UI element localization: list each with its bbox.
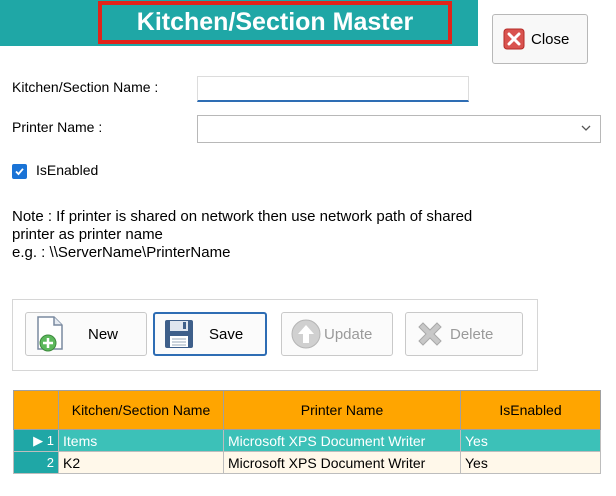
new-label: New (88, 325, 119, 343)
action-toolbar: New Save Update Delete (12, 299, 538, 371)
column-header-enabled[interactable]: IsEnabled (460, 390, 601, 430)
chevron-down-icon (581, 125, 591, 131)
row-header-corner (13, 390, 59, 430)
cell-printer-name[interactable]: Microsoft XPS Document Writer (223, 451, 461, 474)
page-title: Kitchen/Section Master (98, 1, 452, 44)
cell-kitchen-name[interactable]: Items (58, 429, 224, 452)
row-number: 1 (46, 432, 54, 448)
update-arrow-icon (291, 319, 321, 349)
is-enabled-label: IsEnabled (36, 162, 99, 178)
kitchen-name-label: Kitchen/Section Name : (12, 79, 159, 95)
delete-button[interactable]: Delete (405, 312, 523, 356)
delete-label: Delete (450, 325, 494, 343)
row-pointer-icon: ▶ (33, 432, 44, 448)
table-row[interactable]: ▶ 1 Items Microsoft XPS Document Writer … (13, 429, 601, 452)
is-enabled-checkbox[interactable] (12, 164, 27, 179)
check-icon (15, 168, 24, 176)
save-button[interactable]: Save (153, 312, 267, 356)
close-label: Close (531, 30, 570, 48)
kitchen-grid: Kitchen/Section Name Printer Name IsEnab… (13, 390, 601, 474)
delete-x-icon (418, 322, 442, 346)
column-header-kitchen[interactable]: Kitchen/Section Name (58, 390, 224, 430)
row-header[interactable]: 2 (13, 451, 59, 474)
note-line-2: printer as printer name (12, 226, 163, 243)
printer-name-select[interactable] (197, 115, 601, 143)
printer-name-label: Printer Name : (12, 119, 103, 135)
close-button[interactable]: Close (492, 14, 588, 64)
new-button[interactable]: New (25, 312, 147, 356)
update-button[interactable]: Update (281, 312, 393, 356)
save-label: Save (209, 325, 244, 343)
column-header-printer[interactable]: Printer Name (223, 390, 461, 430)
table-row[interactable]: 2 K2 Microsoft XPS Document Writer Yes (13, 451, 601, 474)
kitchen-name-input[interactable] (197, 76, 469, 102)
cell-is-enabled[interactable]: Yes (460, 429, 601, 452)
cell-kitchen-name[interactable]: K2 (58, 451, 224, 474)
close-icon (503, 28, 525, 50)
note-line-3: e.g. : \\ServerName\PrinterName (12, 244, 231, 261)
new-document-icon (37, 316, 63, 352)
row-header[interactable]: ▶ 1 (13, 429, 59, 452)
note-line-1: Note : If printer is shared on network t… (12, 208, 473, 225)
network-note: Note : If printer is shared on network t… (12, 208, 602, 262)
cell-printer-name[interactable]: Microsoft XPS Document Writer (223, 429, 461, 452)
save-disk-icon (165, 320, 193, 348)
row-number: 2 (46, 455, 54, 470)
cell-is-enabled[interactable]: Yes (460, 451, 601, 474)
update-label: Update (324, 325, 373, 343)
